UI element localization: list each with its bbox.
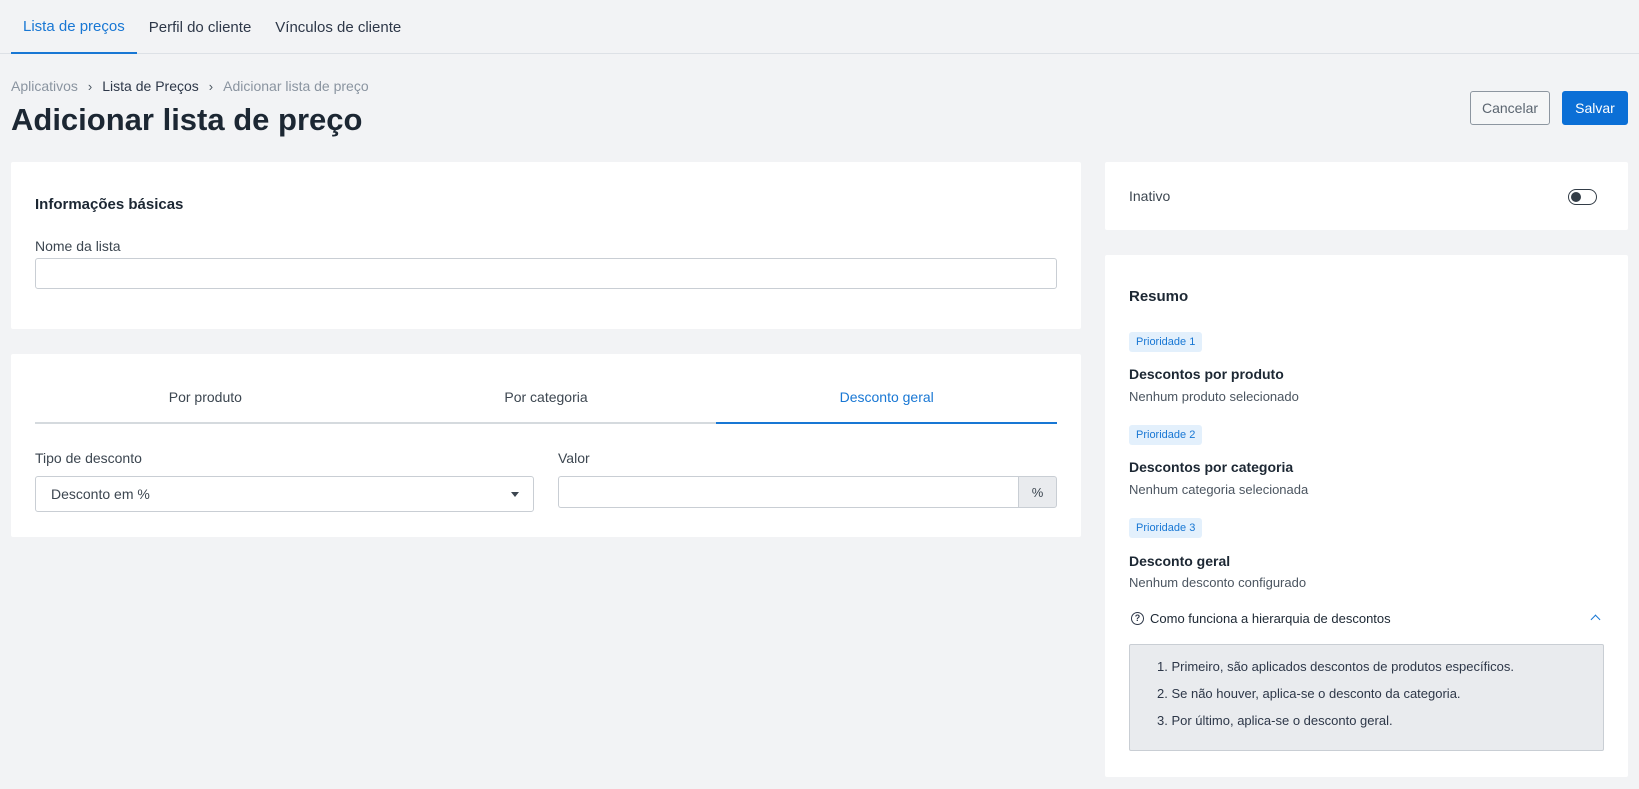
status-card: Inativo: [1105, 162, 1628, 230]
chevron-up-icon[interactable]: [1590, 614, 1601, 625]
value-input[interactable]: [558, 476, 1018, 508]
breadcrumb-item-current: Adicionar lista de preço: [223, 78, 369, 94]
discount-type-label: Tipo de desconto: [35, 450, 142, 466]
basic-info-title: Informações básicas: [35, 196, 184, 213]
chevron-right-icon: ›: [87, 78, 93, 94]
list-name-label: Nome da lista: [35, 238, 121, 254]
discount-hierarchy-toggle[interactable]: ? Como funciona a hierarquia de desconto…: [1129, 610, 1604, 630]
tab-lista-de-precos[interactable]: Lista de preços: [11, 0, 137, 54]
priority-badge: Prioridade 1: [1129, 332, 1203, 352]
tab-perfil-do-cliente[interactable]: Perfil do cliente: [137, 0, 264, 54]
help-step: 1. Primeiro, são aplicados descontos de …: [1157, 659, 1514, 674]
help-title: Como funciona a hierarquia de descontos: [1150, 611, 1391, 626]
value-input-group: %: [558, 476, 1057, 508]
discount-type-value: Desconto em %: [51, 486, 150, 502]
priority-desc: Nenhum desconto configurado: [1129, 575, 1307, 590]
tab-por-produto[interactable]: Por produto: [35, 374, 376, 422]
discount-tabs: Por produto Por categoria Desconto geral: [35, 374, 1058, 424]
breadcrumb: Aplicativos › Lista de Preços › Adiciona…: [11, 78, 369, 94]
help-step: 3. Por último, aplica-se o desconto gera…: [1157, 713, 1393, 728]
summary-card: Resumo Prioridade 1 Descontos por produt…: [1105, 255, 1628, 777]
value-label: Valor: [558, 450, 590, 466]
priority-desc: Nenhum categoria selecionada: [1129, 482, 1309, 497]
help-step: 2. Se não houver, aplica-se o desconto d…: [1157, 686, 1461, 701]
active-toggle[interactable]: [1568, 189, 1597, 205]
status-label: Inativo: [1129, 188, 1171, 204]
top-nav: Lista de preços Perfil do cliente Víncul…: [0, 0, 1639, 54]
priority-title: Descontos por produto: [1129, 366, 1284, 382]
priority-title: Desconto geral: [1129, 553, 1231, 569]
help-panel: 1. Primeiro, são aplicados descontos de …: [1129, 644, 1604, 751]
priority-badge: Prioridade 3: [1129, 518, 1203, 538]
priority-title: Descontos por categoria: [1129, 459, 1294, 475]
question-circle-icon: ?: [1131, 612, 1144, 625]
page-title: Adicionar lista de preço: [11, 102, 363, 137]
breadcrumb-item-aplicativos[interactable]: Aplicativos: [11, 78, 78, 94]
priority-desc: Nenhum produto selecionado: [1129, 389, 1299, 404]
list-name-input[interactable]: [35, 258, 1057, 289]
toggle-knob: [1571, 192, 1581, 202]
discount-card: Por produto Por categoria Desconto geral…: [11, 354, 1081, 537]
percent-suffix: %: [1018, 476, 1057, 508]
tab-por-categoria[interactable]: Por categoria: [376, 374, 717, 422]
tab-vinculos-de-cliente[interactable]: Vínculos de cliente: [263, 0, 413, 54]
caret-down-icon: [511, 492, 519, 497]
priority-badge: Prioridade 2: [1129, 425, 1203, 445]
cancel-button[interactable]: Cancelar: [1470, 91, 1550, 125]
tab-desconto-geral[interactable]: Desconto geral: [716, 374, 1058, 424]
basic-info-card: Informações básicas Nome da lista: [11, 162, 1081, 329]
chevron-right-icon: ›: [208, 78, 214, 94]
discount-type-select[interactable]: Desconto em %: [35, 476, 534, 512]
summary-title: Resumo: [1129, 288, 1189, 305]
save-button[interactable]: Salvar: [1562, 91, 1628, 125]
breadcrumb-item-lista-de-precos[interactable]: Lista de Preços: [102, 78, 199, 94]
